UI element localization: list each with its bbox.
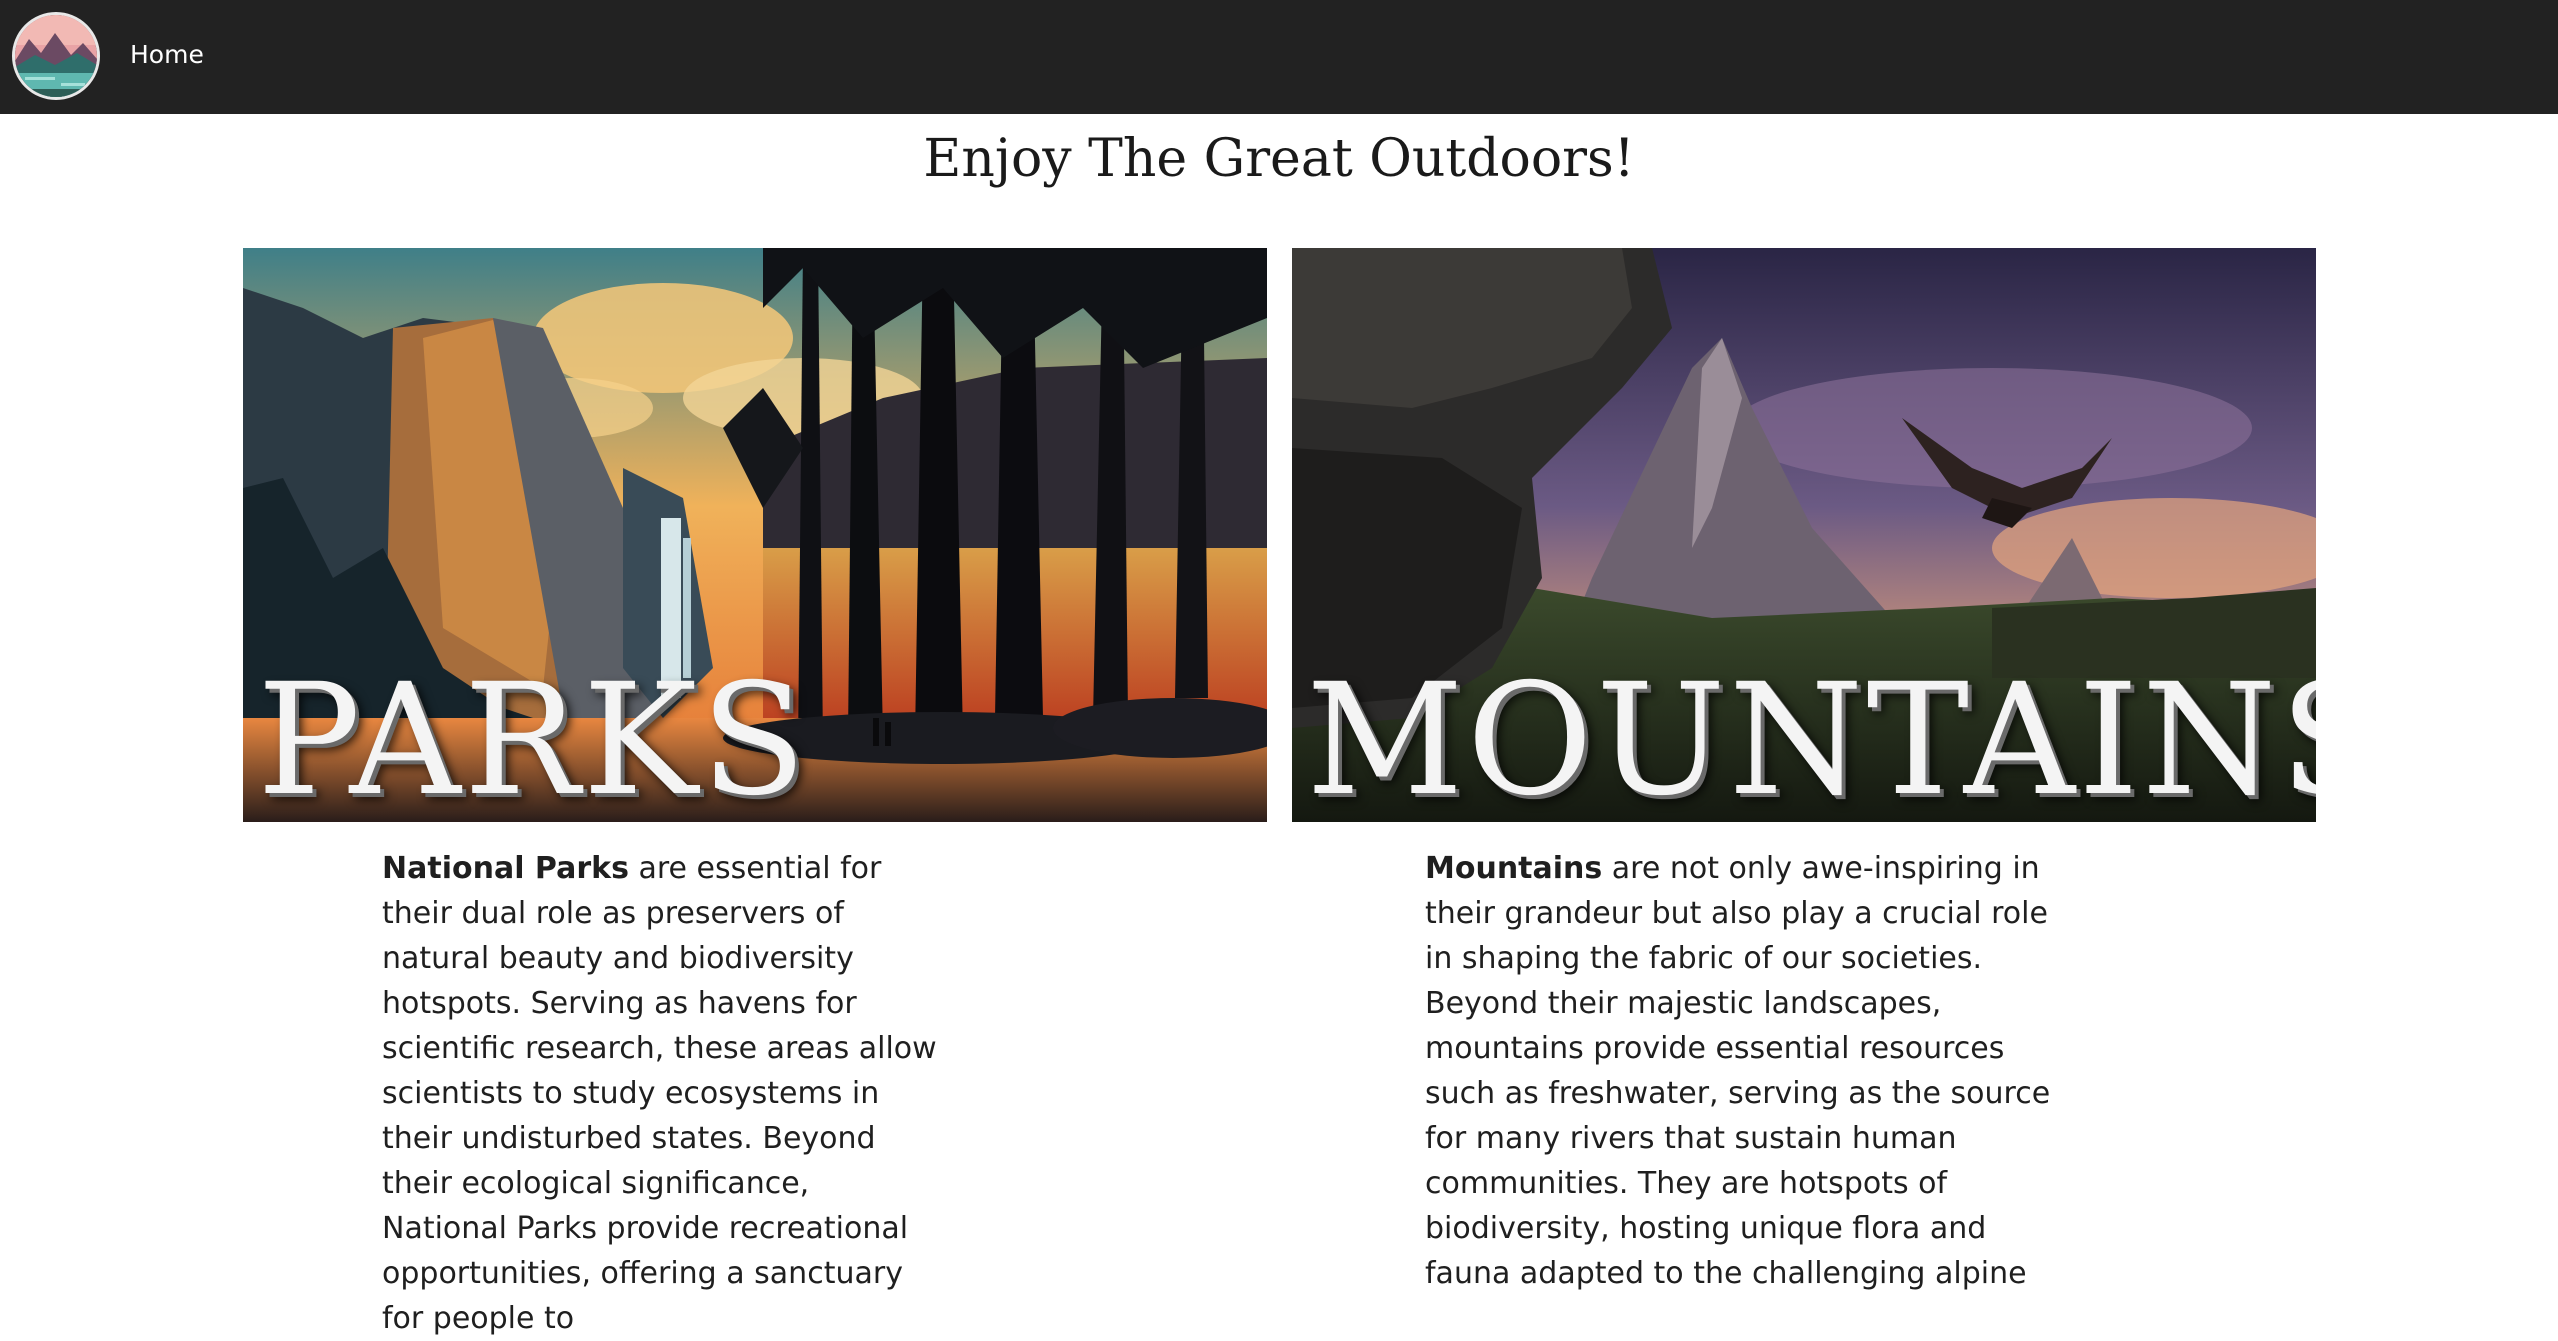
parks-image: PARKS [243,248,1267,822]
mountain-lake-logo-icon [15,15,97,97]
mountains-description-body: are not only awe-inspiring in their gran… [1425,851,2051,1291]
parks-description: National Parks are essential for their d… [382,846,942,1341]
parks-overlay-title: PARKS [257,651,810,822]
top-navbar: Home [0,0,2558,114]
mountains-description: Mountains are not only awe-inspiring in … [1425,846,2055,1296]
nav-home-link[interactable]: Home [130,40,204,69]
mountains-overlay-title: MOUNTAINS [1306,651,2316,822]
mountains-image: MOUNTAINS [1292,248,2316,822]
page-title: Enjoy The Great Outdoors! [923,129,1635,189]
parks-description-body: are essential for their dual role as pre… [382,851,937,1336]
site-logo[interactable] [12,12,100,100]
parks-description-lead: National Parks [382,851,629,886]
mountains-description-lead: Mountains [1425,851,1603,886]
